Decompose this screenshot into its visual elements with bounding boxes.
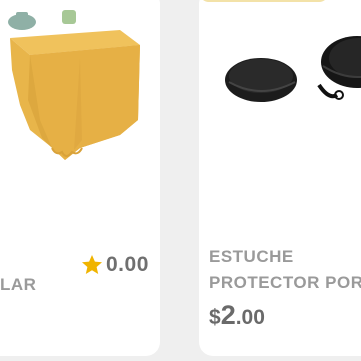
price-currency: $ xyxy=(209,306,221,329)
price-cents: .00 xyxy=(235,306,265,329)
product-card-tablecloth[interactable]: LAR 0.00 xyxy=(0,0,160,356)
product-grid: LAR 0.00 ESTUCHE PROTECTOR PORT $2.00 xyxy=(0,0,361,361)
product-name: ESTUCHE PROTECTOR PORT xyxy=(209,244,361,296)
product-image-tablecloth[interactable] xyxy=(0,0,160,190)
rating-value: 0.00 xyxy=(106,253,149,276)
star-icon xyxy=(82,255,102,274)
product-name-line2: PROTECTOR PORT xyxy=(209,273,361,292)
product-card-glasses-case[interactable]: ESTUCHE PROTECTOR PORT $2.00 xyxy=(199,0,361,356)
product-name: LAR xyxy=(0,275,37,294)
product-rating: 0.00 xyxy=(80,253,149,277)
product-name-line1: ESTUCHE xyxy=(209,247,294,266)
product-price: $2.00 xyxy=(209,300,265,331)
price-whole: 2 xyxy=(220,300,236,330)
product-image-glasses-case[interactable] xyxy=(199,0,361,190)
